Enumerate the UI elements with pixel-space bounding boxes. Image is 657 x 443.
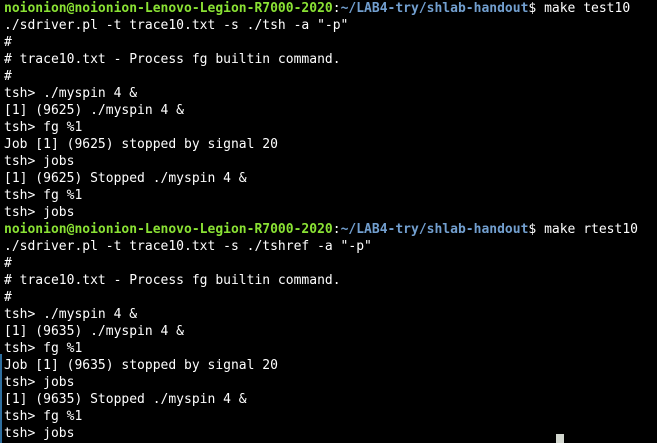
prompt-path: ~/LAB4-try/shlab-handout [340, 222, 529, 237]
text-cursor [556, 434, 564, 443]
output-line: # [4, 256, 12, 271]
output-line: [1] (9635) ./myspin 4 & [4, 324, 185, 339]
prompt-dollar: $ [528, 222, 545, 237]
output-line: [1] (9625) Stopped ./myspin 4 & [4, 171, 247, 186]
output-line: # [4, 290, 12, 305]
output-line: # [4, 69, 12, 84]
output-line: tsh> fg %1 [4, 120, 83, 135]
terminal-output: noionion@noionion-Lenovo-Legion-R7000-20… [4, 0, 657, 443]
prompt-line: noionion@noionion-Lenovo-Legion-R7000-20… [4, 0, 657, 17]
output-line: [1] (9635) Stopped ./myspin 4 & [4, 392, 247, 407]
output-line: tsh> jobs [4, 375, 75, 390]
prompt-user: noionion@noionion-Lenovo-Legion-R7000-20… [4, 1, 333, 16]
prompt-user: noionion@noionion-Lenovo-Legion-R7000-20… [4, 222, 333, 237]
output-line: # [4, 35, 12, 50]
prompt-separator: : [332, 1, 341, 16]
terminal-window[interactable]: noionion@noionion-Lenovo-Legion-R7000-20… [0, 0, 657, 443]
scroll-marker [0, 354, 2, 443]
output-line: tsh> jobs [4, 154, 75, 169]
output-line: tsh> fg %1 [4, 188, 83, 203]
prompt-dollar: $ [528, 1, 545, 16]
prompt-separator: : [332, 222, 341, 237]
output-line: Job [1] (9635) stopped by signal 20 [4, 358, 278, 373]
output-line: # trace10.txt - Process fg builtin comma… [4, 273, 341, 288]
output-line: tsh> fg %1 [4, 409, 83, 424]
output-line: [1] (9625) ./myspin 4 & [4, 103, 185, 118]
output-line: tsh> ./myspin 4 & [4, 86, 138, 101]
output-line: ./sdriver.pl -t trace10.txt -s ./tshref … [4, 239, 372, 254]
output-line: Job [1] (9625) stopped by signal 20 [4, 137, 278, 152]
output-line: ./sdriver.pl -t trace10.txt -s ./tsh -a … [4, 18, 349, 33]
prompt-path: ~/LAB4-try/shlab-handout [340, 1, 529, 16]
output-line: tsh> fg %1 [4, 341, 83, 356]
output-line: # trace10.txt - Process fg builtin comma… [4, 52, 341, 67]
prompt-line: noionion@noionion-Lenovo-Legion-R7000-20… [4, 221, 657, 238]
output-line: tsh> jobs [4, 205, 75, 220]
output-line: tsh> ./myspin 4 & [4, 307, 138, 322]
command-text: make test10 [544, 1, 631, 16]
command-text: make rtest10 [544, 222, 638, 237]
